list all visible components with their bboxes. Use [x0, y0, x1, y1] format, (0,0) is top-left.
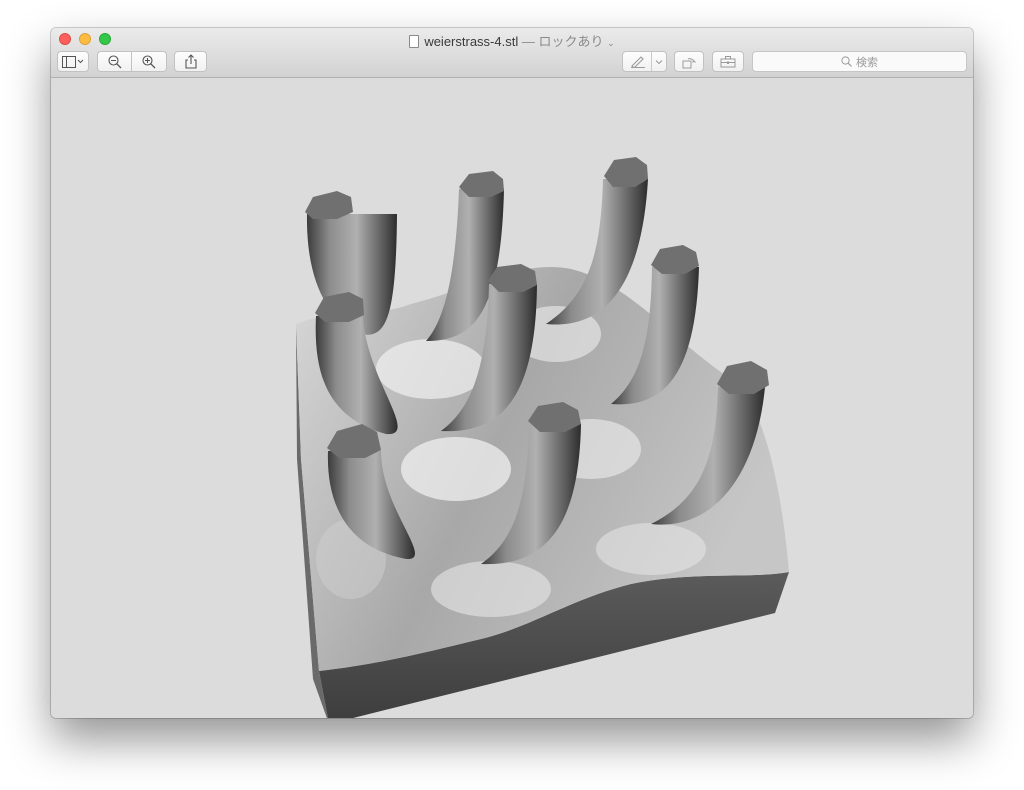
- model-canvas[interactable]: [51, 79, 973, 718]
- chevron-down-icon: ⌄: [607, 38, 615, 48]
- title-separator: —: [521, 34, 535, 49]
- preview-window: weierstrass-4.stl — ロックあり ⌄ 検索: [51, 28, 973, 718]
- zoom-in-button[interactable]: [131, 51, 167, 72]
- sidebar-icon: [62, 55, 84, 68]
- sidebar-button[interactable]: [57, 51, 89, 72]
- toolbox-button[interactable]: [712, 51, 744, 72]
- toolbox-icon: [720, 56, 736, 68]
- share-icon: [184, 54, 197, 69]
- markup-button[interactable]: [622, 51, 667, 72]
- zoom-in-icon: [142, 54, 156, 68]
- search-placeholder: 検索: [856, 55, 878, 69]
- chevron-down-icon: [655, 60, 663, 65]
- search-icon: [841, 56, 852, 67]
- lock-status: ロックあり: [538, 34, 604, 49]
- zoom-out-button[interactable]: [97, 51, 132, 72]
- rotate-icon: [682, 57, 696, 68]
- stl-model-render[interactable]: [51, 79, 973, 718]
- titlebar: weierstrass-4.stl — ロックあり ⌄ 検索: [51, 28, 973, 78]
- file-icon: [409, 35, 420, 48]
- pen-icon: [631, 56, 645, 68]
- search-field[interactable]: 検索: [752, 51, 967, 72]
- rotate-button[interactable]: [674, 51, 704, 72]
- filename: weierstrass-4.stl: [424, 34, 519, 49]
- zoom-out-icon: [107, 54, 121, 68]
- window-title[interactable]: weierstrass-4.stl — ロックあり ⌄: [51, 31, 973, 50]
- share-button[interactable]: [174, 51, 207, 72]
